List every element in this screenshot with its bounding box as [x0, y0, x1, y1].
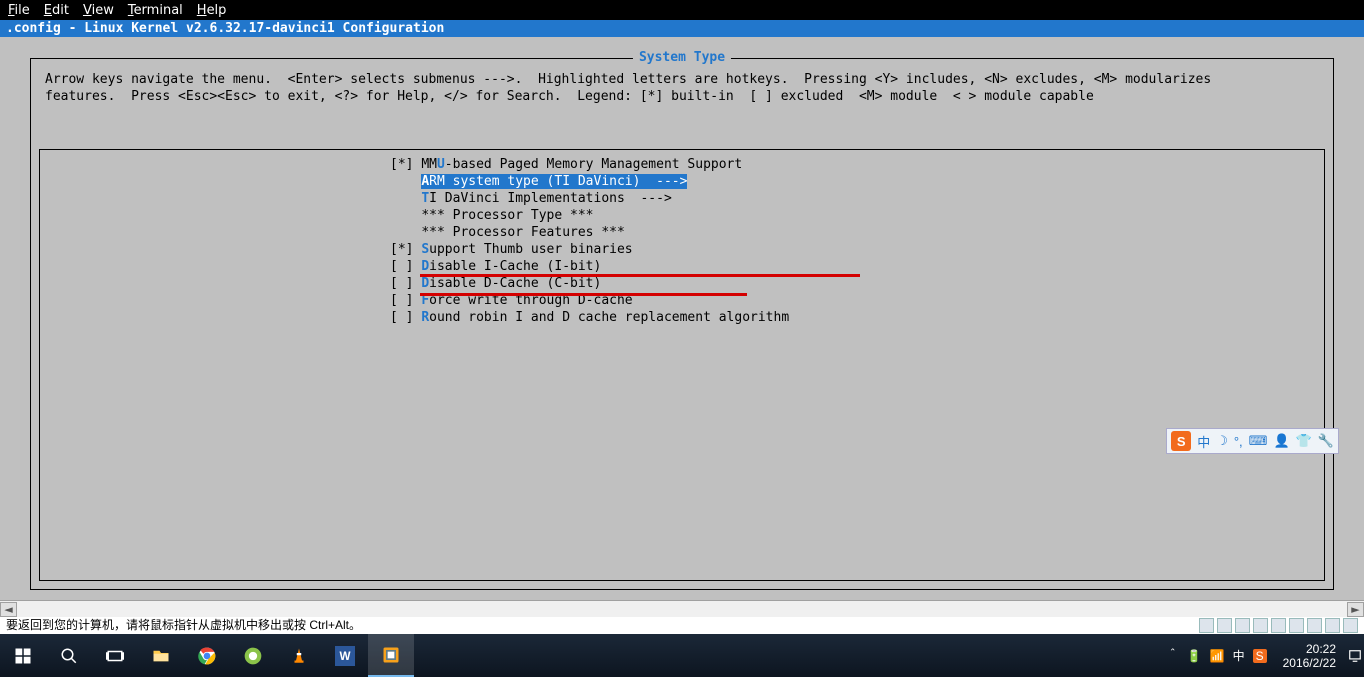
wps-button[interactable]: W: [322, 634, 368, 677]
horizontal-scrollbar[interactable]: ◄ ►: [0, 600, 1364, 617]
menuconfig-title: System Type: [633, 50, 731, 65]
clock-date: 2016/2/22: [1283, 656, 1336, 670]
ime-skin-icon[interactable]: 👕: [1296, 433, 1312, 449]
status-icon[interactable]: [1271, 618, 1286, 633]
terminal-menubar: File Edit View Terminal Help: [0, 0, 1364, 20]
menu-file[interactable]: File: [8, 3, 30, 18]
vmware-hint-bar: 要返回到您的计算机，请将鼠标指针从虚拟机中移出或按 Ctrl+Alt。: [0, 617, 1364, 634]
scroll-track[interactable]: [17, 602, 1347, 617]
status-icon[interactable]: [1253, 618, 1268, 633]
menuconfig-help: Arrow keys navigate the menu. <Enter> se…: [31, 59, 1333, 111]
menuconfig-item[interactable]: *** Processor Type ***: [40, 207, 1324, 224]
menuconfig-item[interactable]: [ ] Round robin I and D cache replacemen…: [40, 309, 1324, 326]
vmware-status-icons: [1199, 618, 1358, 633]
ime-lang[interactable]: 中: [1197, 432, 1210, 451]
menu-terminal[interactable]: Terminal: [128, 3, 183, 18]
ime-tool-icon[interactable]: 🔧: [1318, 433, 1334, 449]
windows-taskbar: W ＾ 🔋 📶 中 S 20:22 2016/2/22: [0, 634, 1364, 677]
clock-time: 20:22: [1283, 642, 1336, 656]
tray-chevron-icon[interactable]: ＾: [1167, 647, 1179, 664]
system-tray: ＾ 🔋 📶 中 S: [1161, 647, 1273, 664]
annotation-underline-1: [420, 274, 860, 277]
vmware-hint-text: 要返回到您的计算机，请将鼠标指针从虚拟机中移出或按 Ctrl+Alt。: [6, 617, 361, 634]
tray-wifi-icon[interactable]: 📶: [1210, 649, 1225, 663]
status-icon[interactable]: [1307, 618, 1322, 633]
search-button[interactable]: [46, 634, 92, 677]
status-icon[interactable]: [1217, 618, 1232, 633]
status-icon[interactable]: [1325, 618, 1340, 633]
menuconfig-outer-box: System Type Arrow keys navigate the menu…: [30, 58, 1334, 590]
menuconfig-item[interactable]: [*] Support Thumb user binaries: [40, 241, 1324, 258]
notifications-button[interactable]: [1346, 634, 1364, 677]
menuconfig-item[interactable]: [ ] Disable I-Cache (I-bit): [40, 258, 1324, 275]
config-body: System Type Arrow keys navigate the menu…: [0, 40, 1364, 600]
ime-keyboard-icon[interactable]: ⌨: [1249, 433, 1268, 449]
ime-toolbar[interactable]: S 中 ☽ °, ⌨ 👤 👕 🔧: [1166, 428, 1339, 454]
menuconfig-item[interactable]: ARM system type (TI DaVinci) --->: [40, 173, 1324, 190]
browser-button[interactable]: [230, 634, 276, 677]
menu-edit[interactable]: Edit: [44, 3, 69, 18]
chrome-button[interactable]: [184, 634, 230, 677]
status-icon[interactable]: [1343, 618, 1358, 633]
taskview-button[interactable]: [92, 634, 138, 677]
status-icon[interactable]: [1235, 618, 1250, 633]
taskbar-clock[interactable]: 20:22 2016/2/22: [1273, 642, 1346, 670]
tray-battery-icon[interactable]: 🔋: [1187, 649, 1202, 663]
menuconfig-list[interactable]: [*] MMU-based Paged Memory Management Su…: [39, 149, 1325, 581]
menuconfig-item[interactable]: *** Processor Features ***: [40, 224, 1324, 241]
tray-ime2[interactable]: S: [1253, 649, 1267, 663]
status-icon[interactable]: [1199, 618, 1214, 633]
vmware-button[interactable]: [368, 634, 414, 677]
menu-help[interactable]: Help: [197, 3, 227, 18]
explorer-button[interactable]: [138, 634, 184, 677]
vlc-button[interactable]: [276, 634, 322, 677]
ime-user-icon[interactable]: 👤: [1273, 433, 1289, 449]
start-button[interactable]: [0, 634, 46, 677]
annotation-underline-2: [420, 293, 747, 296]
terminal-area: .config - Linux Kernel v2.6.32.17-davinc…: [0, 20, 1364, 600]
ime-punct-icon[interactable]: °,: [1234, 434, 1243, 449]
menu-view[interactable]: View: [83, 3, 114, 18]
status-icon[interactable]: [1289, 618, 1304, 633]
menuconfig-item[interactable]: [*] MMU-based Paged Memory Management Su…: [40, 156, 1324, 173]
ime-badge-icon[interactable]: S: [1171, 431, 1191, 451]
menuconfig-item[interactable]: [ ] Disable D-Cache (C-bit): [40, 275, 1324, 292]
menuconfig-item[interactable]: TI DaVinci Implementations --->: [40, 190, 1324, 207]
scroll-left-button[interactable]: ◄: [0, 602, 17, 617]
scroll-right-button[interactable]: ►: [1347, 602, 1364, 617]
ime-moon-icon[interactable]: ☽: [1216, 433, 1228, 449]
tray-ime1[interactable]: 中: [1233, 647, 1245, 664]
svg-text:W: W: [339, 650, 350, 663]
config-title: .config - Linux Kernel v2.6.32.17-davinc…: [0, 20, 1364, 37]
